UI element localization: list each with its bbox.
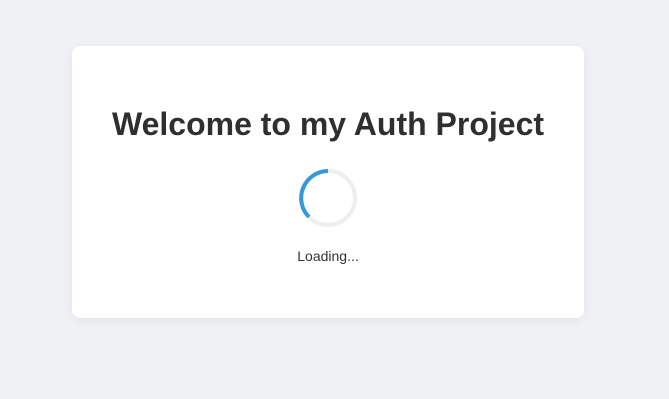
- loading-spinner-icon: [297, 167, 359, 229]
- spinner-arc: [299, 169, 329, 219]
- page-title: Welcome to my Auth Project: [111, 106, 545, 142]
- welcome-card: Welcome to my Auth Project Loading...: [72, 46, 584, 318]
- loading-text: Loading...: [297, 248, 359, 264]
